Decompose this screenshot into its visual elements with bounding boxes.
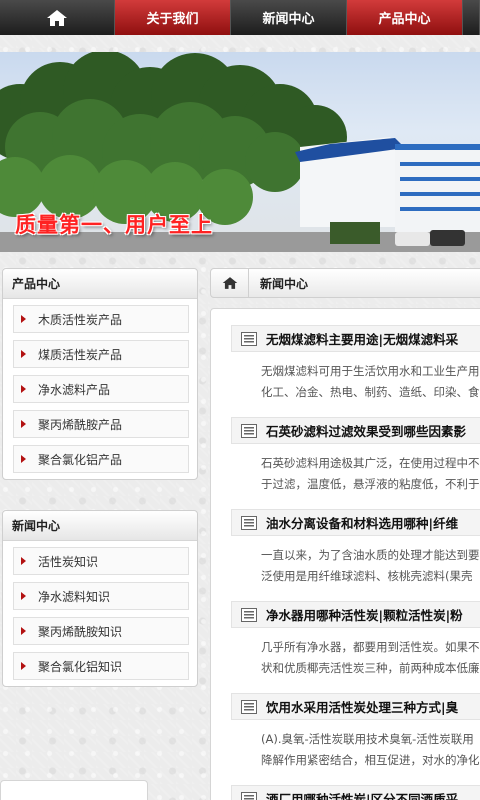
summary-line: 降解作用紧密结合，相互促进，对水的净化 xyxy=(261,753,480,767)
sidebar-item-carbon-knowledge[interactable]: 活性炭知识 xyxy=(13,547,189,575)
article-title: 油水分离设备和材料选用哪种|纤维 xyxy=(266,516,459,531)
arrow-right-icon xyxy=(21,592,26,600)
sidebar-item-wood-carbon[interactable]: 木质活性炭产品 xyxy=(13,305,189,333)
sidebar-products-title: 产品中心 xyxy=(3,269,197,299)
sidebar-item-filter-knowledge[interactable]: 净水滤料知识 xyxy=(13,582,189,610)
nav-item-more[interactable] xyxy=(463,0,480,35)
arrow-right-icon xyxy=(21,350,26,358)
arrow-right-icon xyxy=(21,420,26,428)
summary-line: (A).臭氧-活性炭联用技术臭氧-活性炭联用 xyxy=(261,732,474,746)
article-title: 饮用水采用活性炭处理三种方式|臭 xyxy=(266,700,459,715)
news-article: 饮用水采用活性炭处理三种方式|臭 (A).臭氧-活性炭联用技术臭氧-活性炭联用 … xyxy=(231,693,480,771)
sidebar-item-pam[interactable]: 聚丙烯酰胺产品 xyxy=(13,410,189,438)
summary-line: 化工、冶金、热电、制药、造纸、印染、食 xyxy=(261,385,480,399)
sidebar-item-label: 净水滤料产品 xyxy=(38,382,111,397)
sidebar-products-panel: 产品中心 木质活性炭产品 煤质活性炭产品 净水滤料产品 聚丙烯酰胺产品 聚合氯化… xyxy=(2,268,198,480)
news-article: 无烟煤滤料主要用途|无烟煤滤料采 无烟煤滤料可用于生活饮用水和工业生产用 化工、… xyxy=(231,325,480,403)
nav-item-about[interactable]: 关于我们 xyxy=(115,0,231,35)
sidebar-item-label: 煤质活性炭产品 xyxy=(38,347,123,362)
sidebar-item-coal-carbon[interactable]: 煤质活性炭产品 xyxy=(13,340,189,368)
breadcrumb-current: 新闻中心 xyxy=(260,276,309,291)
document-icon xyxy=(232,694,266,719)
article-summary: (A).臭氧-活性炭联用技术臭氧-活性炭联用 降解作用紧密结合，相互促进，对水的… xyxy=(231,720,480,771)
news-article: 酒厂用哪种活性炭|区分不同酒质采 xyxy=(231,785,480,800)
news-article: 净水器用哪种活性炭|颗粒活性炭|粉 几乎所有净水器，都要用到活性炭。如果不 状和… xyxy=(231,601,480,679)
summary-line: 泛使用是用纤维球滤料、核桃壳滤料(果壳 xyxy=(261,569,473,583)
nav-item-news[interactable]: 新闻中心 xyxy=(231,0,347,35)
sidebar-item-label: 木质活性炭产品 xyxy=(38,312,123,327)
summary-line: 状和优质椰壳活性炭三种，前两种成本低廉 xyxy=(261,661,480,675)
article-title-link[interactable]: 石英砂滤料过滤效果受到哪些因素影 xyxy=(231,417,480,444)
sidebar-item-pac-knowledge[interactable]: 聚合氯化铝知识 xyxy=(13,652,189,680)
document-icon xyxy=(232,326,266,351)
article-title: 净水器用哪种活性炭|颗粒活性炭|粉 xyxy=(266,608,463,623)
article-summary: 石英砂滤料用途极其广泛，在使用过程中不 于过滤，温度低，悬浮液的粘度低，不利于 xyxy=(231,444,480,495)
home-icon xyxy=(47,9,67,26)
sidebar-item-filter-media[interactable]: 净水滤料产品 xyxy=(13,375,189,403)
article-title-link[interactable]: 净水器用哪种活性炭|颗粒活性炭|粉 xyxy=(231,601,480,628)
news-list: 无烟煤滤料主要用途|无烟煤滤料采 无烟煤滤料可用于生活饮用水和工业生产用 化工、… xyxy=(210,308,480,800)
top-nav: 关于我们 新闻中心 产品中心 xyxy=(0,0,480,35)
arrow-right-icon xyxy=(21,662,26,670)
sidebar-bottom-panel xyxy=(0,780,148,800)
summary-line: 于过滤，温度低，悬浮液的粘度低，不利于 xyxy=(261,477,480,491)
article-title: 石英砂滤料过滤效果受到哪些因素影 xyxy=(266,424,467,439)
breadcrumb: 新闻中心 xyxy=(210,268,480,298)
sidebar-news-panel: 新闻中心 活性炭知识 净水滤料知识 聚丙烯酰胺知识 聚合氯化铝知识 xyxy=(2,510,198,687)
article-title: 无烟煤滤料主要用途|无烟煤滤料采 xyxy=(266,332,459,347)
article-title: 酒厂用哪种活性炭|区分不同酒质采 xyxy=(266,792,459,800)
summary-line: 石英砂滤料用途极其广泛，在使用过程中不 xyxy=(261,456,480,470)
sidebar-item-label: 聚丙烯酰胺产品 xyxy=(38,417,123,432)
sidebar-item-label: 聚合氯化铝产品 xyxy=(38,452,123,467)
breadcrumb-home-button[interactable] xyxy=(211,269,249,297)
article-title-link[interactable]: 饮用水采用活性炭处理三种方式|臭 xyxy=(231,693,480,720)
article-title-link[interactable]: 油水分离设备和材料选用哪种|纤维 xyxy=(231,509,480,536)
article-title-link[interactable]: 酒厂用哪种活性炭|区分不同酒质采 xyxy=(231,785,480,800)
document-icon xyxy=(232,510,266,535)
document-icon xyxy=(232,602,266,627)
sidebar-item-label: 净水滤料知识 xyxy=(38,589,111,604)
nav-home-button[interactable] xyxy=(0,0,115,35)
banner-slogan: 质量第一、用户至上 xyxy=(15,212,213,237)
sidebar-item-pam-knowledge[interactable]: 聚丙烯酰胺知识 xyxy=(13,617,189,645)
arrow-right-icon xyxy=(21,627,26,635)
sidebar-item-label: 聚合氯化铝知识 xyxy=(38,659,123,674)
sidebar-news-title: 新闻中心 xyxy=(3,511,197,541)
news-article: 石英砂滤料过滤效果受到哪些因素影 石英砂滤料用途极其广泛，在使用过程中不 于过滤… xyxy=(231,417,480,495)
article-summary: 无烟煤滤料可用于生活饮用水和工业生产用 化工、冶金、热电、制药、造纸、印染、食 xyxy=(231,352,480,403)
document-icon xyxy=(232,786,266,800)
sidebar-item-label: 聚丙烯酰胺知识 xyxy=(38,624,123,639)
sidebar-item-label: 活性炭知识 xyxy=(38,554,99,569)
arrow-right-icon xyxy=(21,455,26,463)
arrow-right-icon xyxy=(21,315,26,323)
arrow-right-icon xyxy=(21,385,26,393)
nav-item-products[interactable]: 产品中心 xyxy=(347,0,463,35)
document-icon xyxy=(232,418,266,443)
summary-line: 一直以来，为了含油水质的处理才能达到要 xyxy=(261,548,480,562)
hero-banner[interactable]: 质量第一、用户至上 xyxy=(0,52,480,252)
sidebar-item-pac[interactable]: 聚合氯化铝产品 xyxy=(13,445,189,473)
article-title-link[interactable]: 无烟煤滤料主要用途|无烟煤滤料采 xyxy=(231,325,480,352)
article-summary: 几乎所有净水器，都要用到活性炭。如果不 状和优质椰壳活性炭三种，前两种成本低廉 xyxy=(231,628,480,679)
home-icon xyxy=(222,277,237,289)
article-summary: 一直以来，为了含油水质的处理才能达到要 泛使用是用纤维球滤料、核桃壳滤料(果壳 xyxy=(231,536,480,587)
summary-line: 几乎所有净水器，都要用到活性炭。如果不 xyxy=(261,640,480,654)
arrow-right-icon xyxy=(21,557,26,565)
news-article: 油水分离设备和材料选用哪种|纤维 一直以来，为了含油水质的处理才能达到要 泛使用… xyxy=(231,509,480,587)
summary-line: 无烟煤滤料可用于生活饮用水和工业生产用 xyxy=(261,364,480,378)
